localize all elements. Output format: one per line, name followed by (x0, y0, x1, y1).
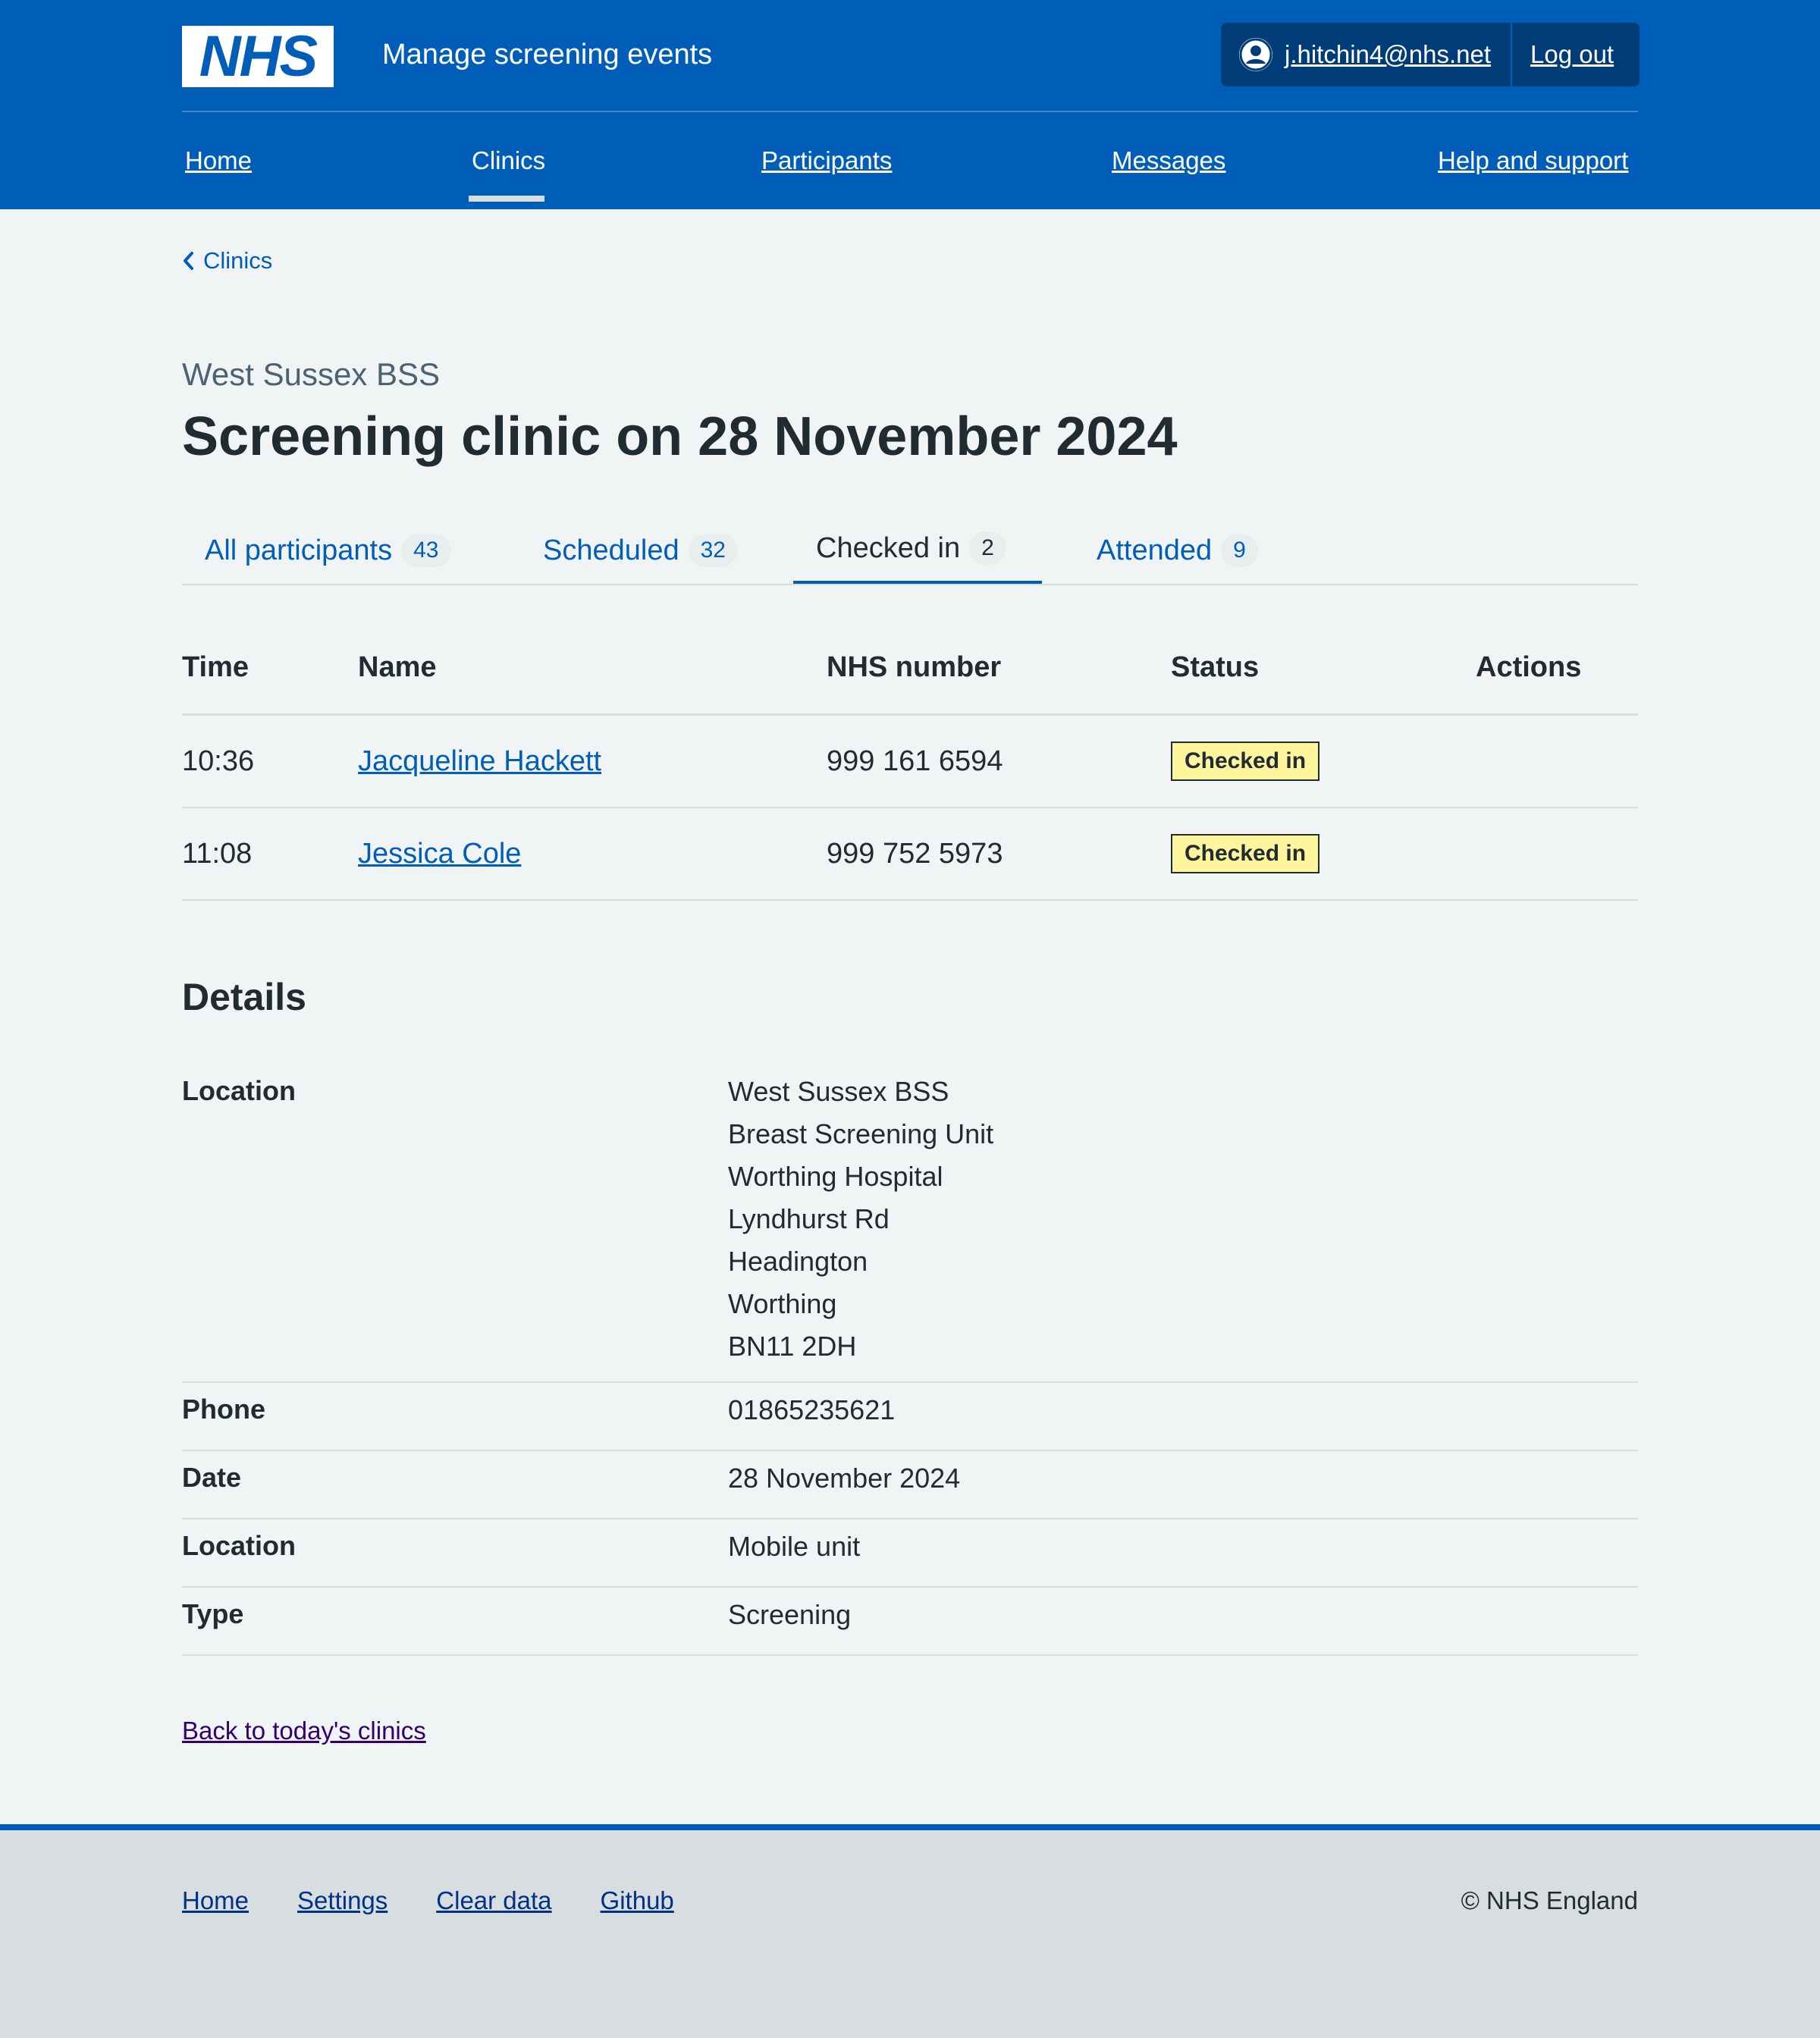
cell-nhs-number: 999 752 5973 (827, 837, 1003, 870)
tab-attended[interactable]: Attended 9 (1074, 516, 1281, 585)
cell-status: Checked in (1171, 716, 1320, 807)
nav-participants[interactable]: Participants (761, 144, 892, 177)
tab-label: All participants (205, 534, 393, 566)
page-caption: West Sussex BSS (182, 356, 441, 392)
details-heading: Details (182, 976, 306, 1018)
summary-value: 28 November 2024 (728, 1457, 1638, 1500)
status-tag: Checked in (1171, 742, 1320, 781)
summary-row-type: Type Screening (182, 1588, 1638, 1656)
site-header: NHS Manage screening events j.hitchin4@n… (0, 0, 1820, 209)
primary-navigation: Home Clinics Participants Messages Help … (182, 133, 1638, 209)
nav-help-and-support[interactable]: Help and support (1438, 144, 1628, 177)
summary-key: Phone (182, 1394, 266, 1425)
user-icon (1239, 38, 1272, 71)
summary-value: Screening (728, 1594, 1638, 1636)
tab-label: Attended (1097, 534, 1213, 566)
tab-count-badge: 43 (401, 534, 451, 567)
tab-checked-in[interactable]: Checked in 2 (793, 516, 1042, 585)
column-header-time: Time (182, 651, 249, 683)
summary-key: Type (182, 1598, 244, 1629)
back-to-clinics-link[interactable]: Back to today's clinics (182, 1717, 426, 1745)
account-menu: j.hitchin4@nhs.net Log out (1221, 23, 1640, 86)
footer-link-clear-data[interactable]: Clear data (436, 1886, 551, 1915)
summary-key: Date (182, 1462, 242, 1493)
cell-time: 10:36 (182, 745, 255, 777)
column-header-name: Name (358, 651, 437, 683)
tab-label: Checked in (816, 531, 961, 564)
address-line: Headington (728, 1246, 868, 1277)
table-row: 10:36 Jacqueline Hackett 999 161 6594 Ch… (182, 716, 1638, 808)
tabs-divider (182, 584, 1638, 585)
site-footer: Home Settings Clear data Github © NHS En… (0, 1824, 1820, 2038)
address-line: Lyndhurst Rd (728, 1203, 890, 1234)
column-header-status: Status (1171, 651, 1260, 683)
status-tag: Checked in (1171, 834, 1320, 873)
account-email-link[interactable]: j.hitchin4@nhs.net (1285, 40, 1491, 69)
summary-row-location-type: Location Mobile unit (182, 1519, 1638, 1588)
summary-value: 01865235621 (728, 1389, 1638, 1431)
nav-messages[interactable]: Messages (1112, 144, 1225, 177)
footer-links: Home Settings Clear data Github (182, 1886, 723, 1915)
details-summary-list: Location West Sussex BSS Breast Screenin… (182, 1064, 1638, 1656)
account-user: j.hitchin4@nhs.net (1221, 23, 1512, 86)
type-value: Screening (728, 1599, 852, 1630)
footer-link-github[interactable]: Github (601, 1886, 674, 1915)
nav-home[interactable]: Home (185, 144, 252, 177)
footer-link-home[interactable]: Home (182, 1886, 249, 1915)
column-header-nhs-number: NHS number (827, 651, 1002, 683)
tab-scheduled[interactable]: Scheduled 32 (520, 516, 761, 585)
participant-tabs: All participants 43 Scheduled 32 Checked… (182, 516, 1638, 585)
summary-key: Location (182, 1530, 296, 1561)
address-line: Breast Screening Unit (728, 1118, 994, 1149)
cell-name: Jacqueline Hackett (358, 716, 601, 807)
phone-value: 01865235621 (728, 1394, 896, 1425)
address-line: Worthing Hospital (728, 1161, 943, 1192)
tab-count-badge: 2 (969, 531, 1006, 565)
nav-current-indicator (469, 196, 544, 202)
nhs-logo[interactable]: NHS (182, 26, 334, 87)
cell-name: Jessica Cole (358, 808, 521, 899)
breadcrumb-label: Clinics (203, 247, 273, 274)
tab-count-badge: 32 (688, 534, 738, 567)
tab-label: Scheduled (543, 534, 679, 566)
participants-table: Time Name NHS number Status Actions 10:3… (182, 622, 1638, 901)
service-name[interactable]: Manage screening events (382, 36, 712, 73)
header-divider (182, 111, 1638, 112)
breadcrumb[interactable]: Clinics (182, 247, 272, 274)
address-line: West Sussex BSS (728, 1076, 949, 1107)
summary-value-address: West Sussex BSS Breast Screening Unit Wo… (728, 1071, 1638, 1368)
location-value: Mobile unit (728, 1531, 861, 1562)
table-header-row: Time Name NHS number Status Actions (182, 622, 1638, 716)
table-row: 11:08 Jessica Cole 999 752 5973 Checked … (182, 808, 1638, 901)
column-header-actions: Actions (1476, 651, 1582, 683)
footer-link-settings[interactable]: Settings (297, 1886, 388, 1915)
summary-row-date: Date 28 November 2024 (182, 1451, 1638, 1519)
tab-count-badge: 9 (1221, 534, 1258, 567)
nhs-logo-text: NHS (199, 24, 318, 89)
nav-clinics[interactable]: Clinics (472, 144, 545, 177)
address-line: Worthing (728, 1288, 837, 1319)
cell-status: Checked in (1171, 808, 1320, 899)
participant-link[interactable]: Jacqueline Hackett (358, 745, 601, 778)
copyright: © NHS England (1461, 1886, 1638, 1914)
cell-time: 11:08 (182, 837, 253, 870)
chevron-left-icon (184, 252, 193, 270)
summary-row-phone: Phone 01865235621 (182, 1383, 1638, 1451)
date-value: 28 November 2024 (728, 1463, 961, 1494)
summary-row-location: Location West Sussex BSS Breast Screenin… (182, 1064, 1638, 1383)
page-title: Screening clinic on 28 November 2024 (182, 406, 1178, 467)
summary-key: Location (182, 1075, 296, 1106)
address-line: BN11 2DH (728, 1331, 857, 1362)
tab-all-participants[interactable]: All participants 43 (182, 516, 474, 585)
summary-value: Mobile unit (728, 1525, 1638, 1568)
logout-link[interactable]: Log out (1530, 40, 1614, 69)
participant-link[interactable]: Jessica Cole (358, 838, 521, 870)
cell-nhs-number: 999 161 6594 (827, 745, 1003, 777)
